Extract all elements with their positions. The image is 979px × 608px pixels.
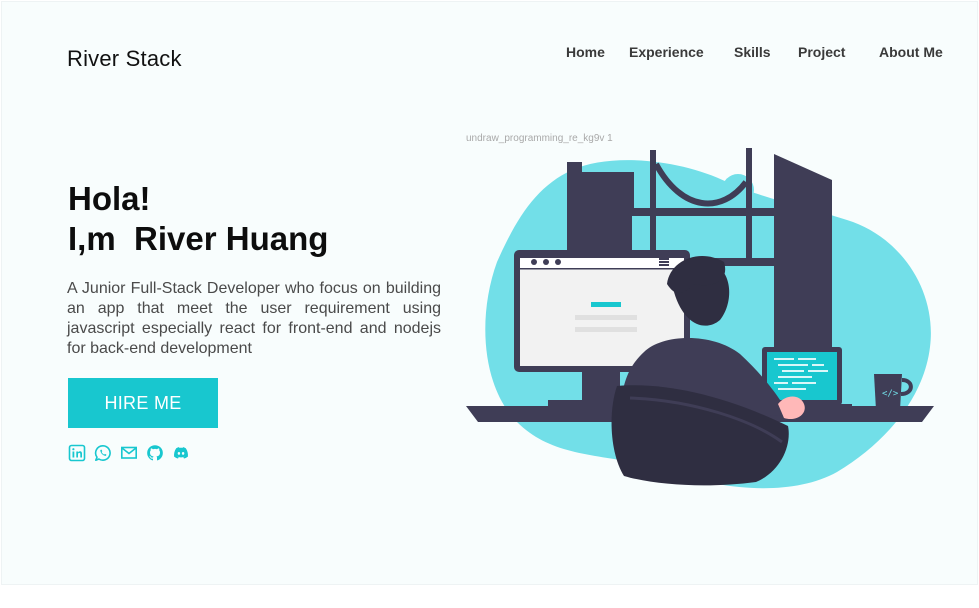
github-icon[interactable] [146,444,164,462]
svg-text:</>: </> [882,389,899,399]
hero-heading: Hola! I,m River Huang [68,179,328,259]
hire-me-button[interactable]: HIRE ME [68,378,218,428]
page-frame: River Stack Home Experience Skills Proje… [1,1,978,585]
hero-description: A Junior Full-Stack Developer who focus … [67,280,441,357]
whatsapp-icon[interactable] [94,444,112,462]
top-nav: Home Experience Skills Project About Me [2,44,977,64]
programming-illustration: </> [466,148,934,489]
nav-about-me[interactable]: About Me [879,44,943,60]
discord-icon[interactable] [172,444,190,462]
nav-skills[interactable]: Skills [734,44,771,60]
mail-icon[interactable] [120,444,138,462]
nav-project[interactable]: Project [798,44,845,60]
nav-experience[interactable]: Experience [629,44,704,60]
hero-greeting: Hola! [68,180,151,217]
linkedin-icon[interactable] [68,444,86,462]
nav-home[interactable]: Home [566,44,605,60]
hero-name: I,m River Huang [68,220,329,257]
